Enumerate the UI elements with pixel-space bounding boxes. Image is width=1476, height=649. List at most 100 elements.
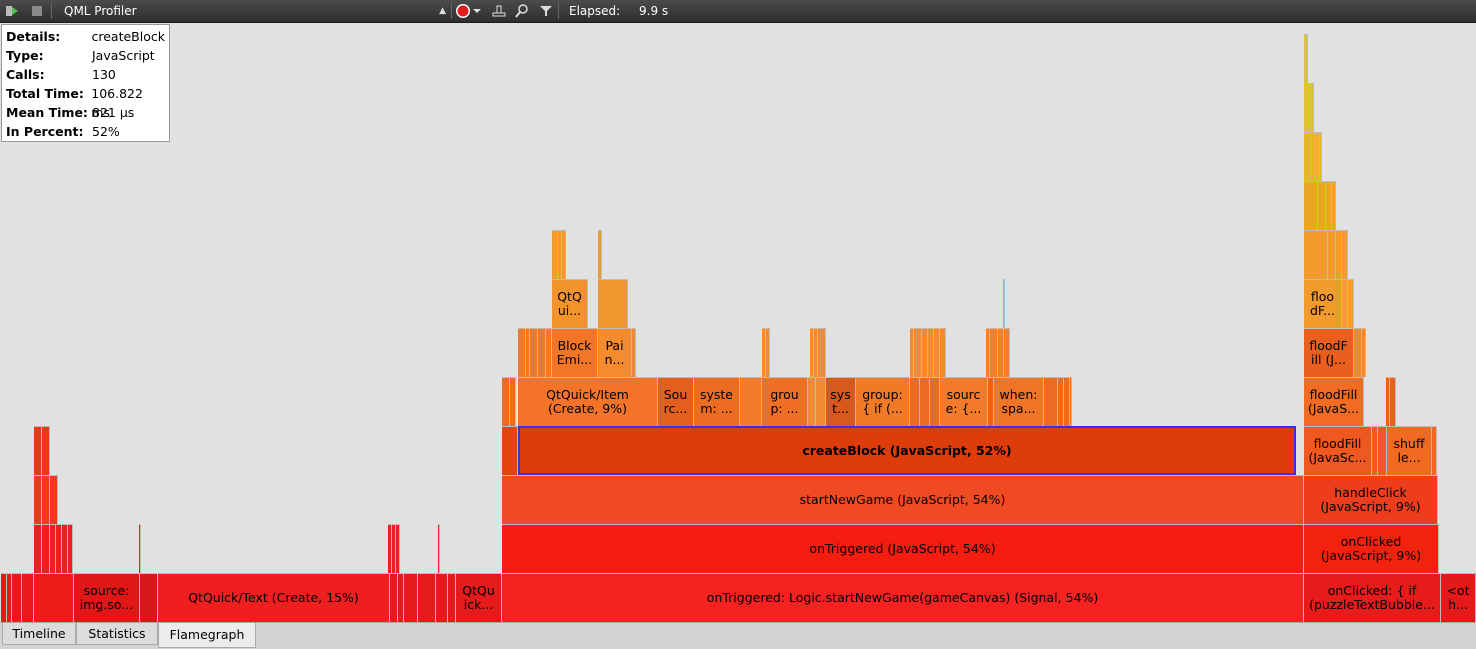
search-icon[interactable]: [513, 2, 531, 20]
flamegraph-canvas[interactable]: source: img.so... QtQuick/Text (Create, 1…: [0, 23, 1476, 622]
flame-node[interactable]: QtQuick/Text (Create, 15%): [158, 573, 390, 622]
run-arrow-icon[interactable]: [3, 2, 21, 20]
flame-node[interactable]: [139, 524, 141, 573]
view-selector-combo[interactable]: QML Profiler ▲: [54, 1, 450, 21]
flame-node[interactable]: syste m: ...: [694, 377, 740, 426]
flame-node[interactable]: floodFill (JavaSc...: [1304, 426, 1372, 475]
record-button[interactable]: [454, 2, 472, 20]
flame-node[interactable]: [502, 377, 510, 426]
flame-node[interactable]: sourc e: {...: [940, 377, 988, 426]
flame-node[interactable]: [1304, 181, 1318, 230]
flame-node[interactable]: floodF ill (J...: [1304, 328, 1354, 377]
flame-node[interactable]: [930, 377, 940, 426]
flame-node[interactable]: [940, 328, 946, 377]
flame-node[interactable]: [990, 328, 998, 377]
flame-node[interactable]: [538, 328, 546, 377]
flame-node[interactable]: [34, 426, 42, 475]
flame-node[interactable]: [530, 328, 538, 377]
flame-node[interactable]: [1348, 279, 1354, 328]
flame-node[interactable]: Sou rc...: [658, 377, 694, 426]
flame-node[interactable]: [1328, 230, 1336, 279]
flame-node[interactable]: <ot h...: [1441, 573, 1476, 622]
flame-node[interactable]: [502, 426, 518, 475]
flame-node[interactable]: [396, 524, 400, 573]
flame-node[interactable]: [920, 377, 930, 426]
flame-node[interactable]: group: { if (...: [856, 377, 910, 426]
flame-node[interactable]: Block Emi...: [552, 328, 598, 377]
flame-node[interactable]: [12, 573, 22, 622]
flame-node[interactable]: [1362, 328, 1366, 377]
flame-node[interactable]: grou p: ...: [762, 377, 808, 426]
flame-node[interactable]: [1003, 279, 1005, 328]
flame-node[interactable]: floo dF...: [1304, 279, 1342, 328]
flame-node[interactable]: [46, 426, 50, 475]
flame-node[interactable]: startNewGame (JavaScript, 54%): [502, 475, 1304, 524]
flame-node[interactable]: onClicked: { if (puzzleTextBubble...: [1304, 573, 1441, 622]
flame-node[interactable]: [42, 475, 50, 524]
flame-node[interactable]: [766, 328, 770, 377]
flame-node[interactable]: [68, 524, 73, 573]
flame-node[interactable]: [54, 475, 58, 524]
flame-node[interactable]: [1378, 426, 1387, 475]
flame-node[interactable]: [562, 230, 566, 279]
tab-timeline[interactable]: Timeline: [2, 623, 76, 645]
flame-node[interactable]: [34, 573, 74, 622]
flame-node[interactable]: [1354, 328, 1362, 377]
flame-node[interactable]: [22, 573, 34, 622]
flame-node[interactable]: [740, 377, 762, 426]
flame-node[interactable]: [436, 573, 448, 622]
flame-node[interactable]: [910, 377, 920, 426]
flame-node[interactable]: [1320, 132, 1322, 181]
flame-node[interactable]: createBlock (JavaScript, 52%): [518, 426, 1296, 475]
flame-node[interactable]: source: img.so...: [74, 573, 140, 622]
flame-node[interactable]: [42, 524, 50, 573]
flame-node[interactable]: [598, 230, 602, 279]
flame-node[interactable]: [448, 573, 456, 622]
flame-node[interactable]: [1044, 377, 1058, 426]
flame-node[interactable]: [438, 524, 440, 573]
flame-node[interactable]: [818, 328, 826, 377]
flame-node[interactable]: [518, 328, 526, 377]
flame-node[interactable]: [1390, 377, 1396, 426]
flame-node[interactable]: [140, 573, 158, 622]
flame-node[interactable]: [1318, 181, 1326, 230]
tab-flamegraph[interactable]: Flamegraph: [158, 623, 256, 648]
flame-node[interactable]: when: spa...: [994, 377, 1044, 426]
flame-node[interactable]: onTriggered (JavaScript, 54%): [502, 524, 1304, 573]
tab-statistics[interactable]: Statistics: [76, 623, 158, 645]
flame-node[interactable]: onClicked (JavaScript, 9%): [1304, 524, 1439, 573]
flame-node[interactable]: [418, 573, 436, 622]
flame-node[interactable]: [390, 573, 398, 622]
flame-node[interactable]: [34, 524, 42, 573]
flame-node[interactable]: [1342, 230, 1348, 279]
flame-node[interactable]: [1304, 132, 1312, 181]
flame-node[interactable]: QtQ ui...: [552, 279, 588, 328]
flame-node[interactable]: onTriggered: Logic.startNewGame(gameCanv…: [502, 573, 1304, 622]
flame-node[interactable]: floodFill (JavaS...: [1304, 377, 1364, 426]
flame-node[interactable]: [34, 475, 42, 524]
flame-node[interactable]: QtQu ick...: [456, 573, 502, 622]
flame-node[interactable]: [1070, 377, 1072, 426]
flame-node[interactable]: [914, 328, 922, 377]
flame-node[interactable]: [1332, 181, 1336, 230]
flame-node[interactable]: [598, 279, 628, 328]
clear-data-icon[interactable]: [490, 2, 508, 20]
flame-node[interactable]: [1310, 83, 1314, 132]
flame-node[interactable]: [404, 573, 418, 622]
flame-node[interactable]: [1304, 230, 1328, 279]
flame-node[interactable]: sys t...: [826, 377, 856, 426]
flame-node[interactable]: [510, 377, 516, 426]
record-menu-arrow-icon[interactable]: [472, 2, 482, 20]
flame-node[interactable]: QtQuick/Item (Create, 9%): [518, 377, 658, 426]
flame-node[interactable]: shuff le...: [1387, 426, 1432, 475]
flame-node[interactable]: handleClick (JavaScript, 9%): [1304, 475, 1438, 524]
flame-node[interactable]: [1432, 426, 1437, 475]
flame-node[interactable]: [808, 377, 816, 426]
flame-node[interactable]: [1304, 34, 1308, 83]
flame-node[interactable]: [816, 377, 826, 426]
stop-icon[interactable]: [28, 2, 46, 20]
flame-node[interactable]: [1004, 328, 1010, 377]
flame-node[interactable]: Pai n...: [598, 328, 632, 377]
flame-node[interactable]: [632, 328, 636, 377]
filter-icon[interactable]: [537, 2, 555, 20]
